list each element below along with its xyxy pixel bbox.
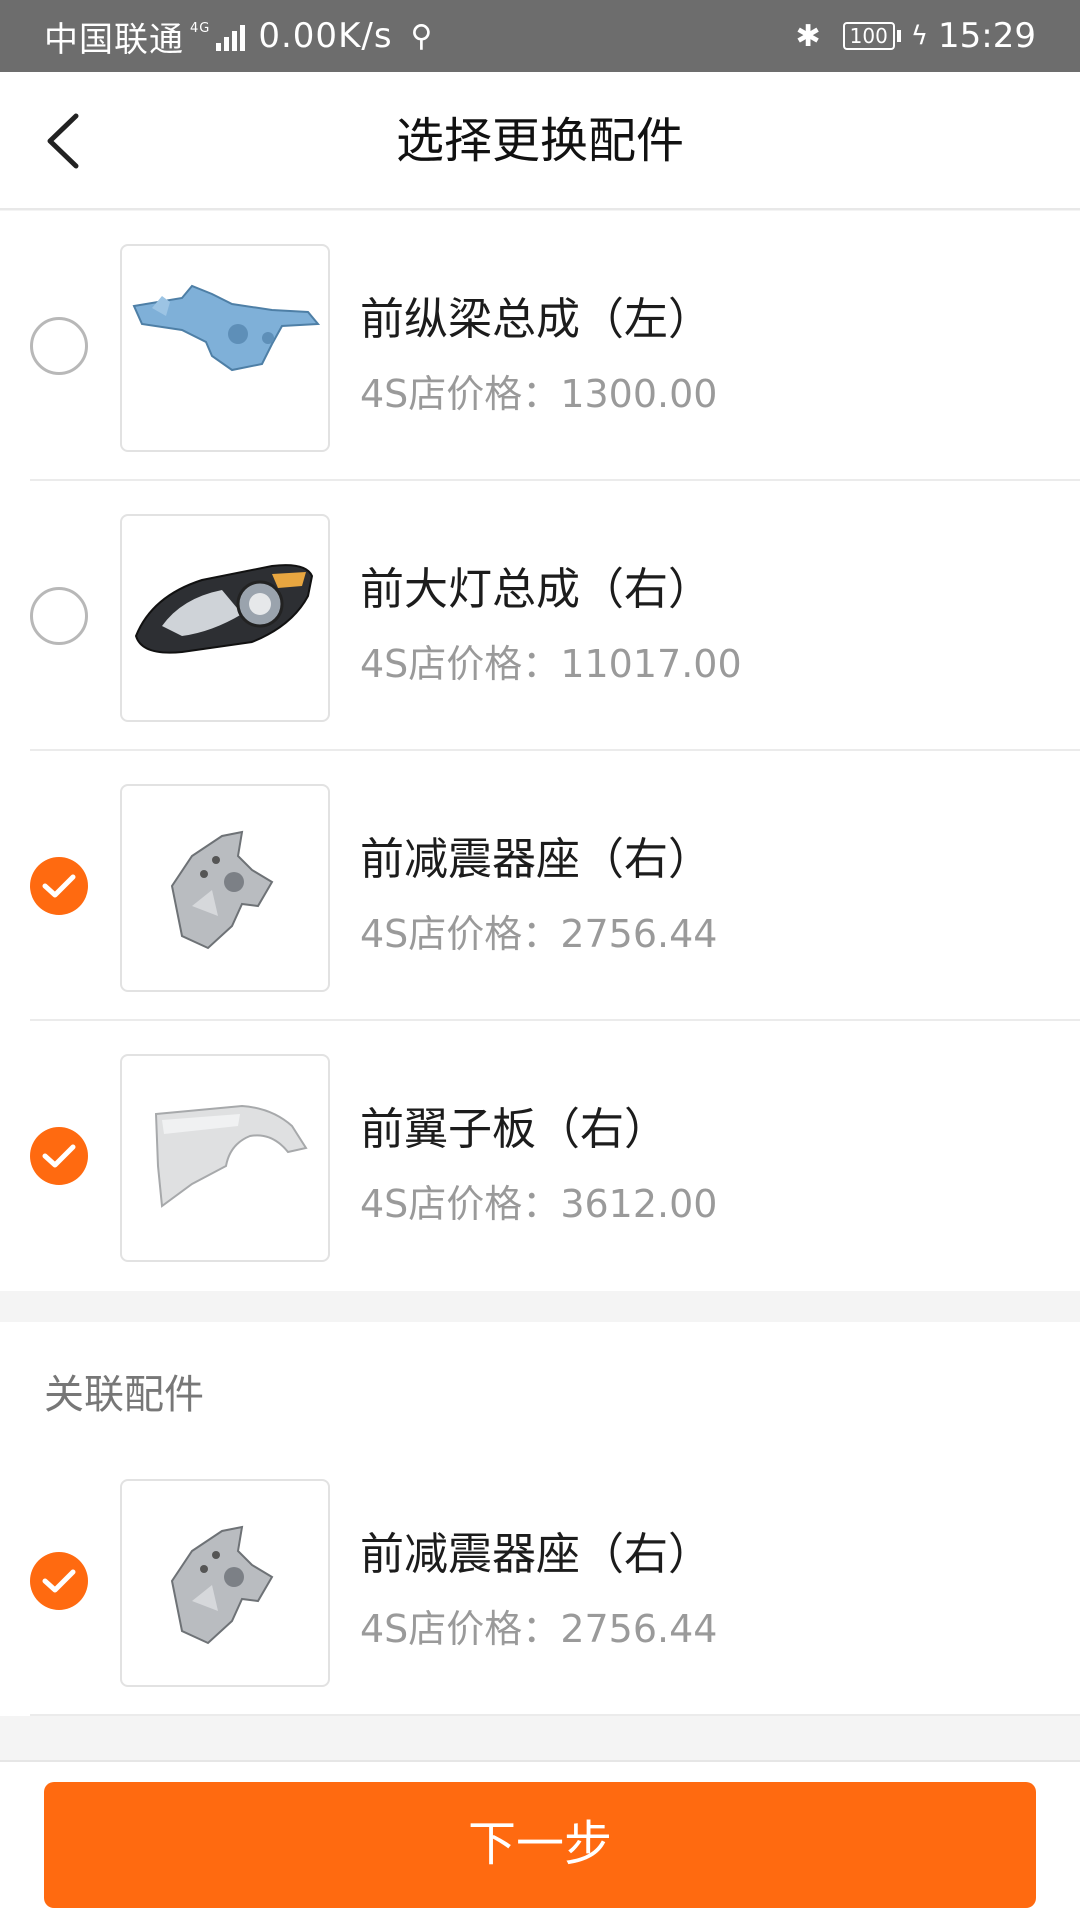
headlight-image	[134, 564, 314, 654]
part-name: 前纵梁总成（左）	[360, 294, 712, 345]
price-label: 4S店价格：	[360, 1182, 561, 1226]
shock-mount-image	[170, 830, 274, 950]
part-price: 4S店价格：11017.00	[360, 633, 742, 688]
part-price: 4S店价格：2756.44	[360, 1598, 717, 1653]
radio-unchecked[interactable]	[30, 587, 88, 645]
network-speed: 0.00K/s	[258, 16, 393, 56]
fender-image	[154, 1104, 308, 1208]
part-name: 前减震器座（右）	[360, 834, 712, 885]
bottom-bar: 下一步	[0, 1760, 1080, 1920]
part-name: 前大灯总成（右）	[360, 564, 712, 615]
shock-mount-image	[170, 1525, 274, 1645]
check-icon	[42, 874, 76, 898]
part-price: 4S店价格：3612.00	[360, 1173, 717, 1228]
part-thumbnail	[120, 1054, 330, 1262]
page-title: 选择更换配件	[395, 113, 684, 169]
related-section-header: 关联配件	[0, 1322, 1080, 1448]
price-value: 2756.44	[560, 1607, 718, 1651]
section-title: 关联配件	[44, 1372, 204, 1418]
list-item[interactable]: 前减震器座（右） 4S店价格：2756.44	[0, 751, 1080, 1021]
page: 中国联通 4G 0.00K/s ⚲ ✱ 100 ϟ 15:29 选择更换配件 前…	[0, 0, 1080, 1920]
divider	[30, 1714, 1080, 1716]
bluetooth-icon: ✱	[795, 18, 821, 54]
check-icon	[42, 1144, 76, 1168]
carrier-label: 中国联通	[44, 19, 184, 60]
part-thumbnail	[120, 1479, 330, 1687]
part-thumbnail	[120, 244, 330, 452]
related-parts-list: 前减震器座（右） 4S店价格：2756.44	[0, 1446, 1080, 1716]
price-label: 4S店价格：	[360, 642, 561, 686]
part-name: 前减震器座（右）	[360, 1529, 712, 1580]
price-label: 4S店价格：	[360, 912, 561, 956]
part-thumbnail	[120, 784, 330, 992]
next-step-button[interactable]: 下一步	[44, 1782, 1036, 1908]
price-value: 2756.44	[560, 912, 718, 956]
list-item[interactable]: 前翼子板（右） 4S店价格：3612.00	[0, 1021, 1080, 1291]
price-value: 3612.00	[560, 1182, 718, 1226]
price-value: 1300.00	[560, 372, 718, 416]
part-price: 4S店价格：1300.00	[360, 363, 717, 418]
status-bar: 中国联通 4G 0.00K/s ⚲ ✱ 100 ϟ 15:29	[0, 0, 1080, 72]
clock: 15:29	[938, 16, 1036, 56]
list-item[interactable]: 前纵梁总成（左） 4S店价格：1300.00	[0, 211, 1080, 481]
radio-checked[interactable]	[30, 1127, 88, 1185]
battery-icon: 100	[842, 22, 901, 50]
battery-level: 100	[842, 22, 895, 50]
list-item[interactable]: 前大灯总成（右） 4S店价格：11017.00	[0, 481, 1080, 751]
front-rail-image	[132, 284, 321, 372]
list-item[interactable]: 前减震器座（右） 4S店价格：2756.44	[0, 1446, 1080, 1716]
check-icon	[42, 1569, 76, 1593]
parts-list: 前纵梁总成（左） 4S店价格：1300.00 前大灯总成（右） 4S店价格：11…	[0, 211, 1080, 1291]
network-type: 4G	[190, 20, 211, 36]
usb-icon: ⚲	[410, 18, 434, 54]
radio-checked[interactable]	[30, 857, 88, 915]
radio-unchecked[interactable]	[30, 317, 88, 375]
price-label: 4S店价格：	[360, 372, 561, 416]
price-value: 11017.00	[560, 642, 742, 686]
price-label: 4S店价格：	[360, 1607, 561, 1651]
signal-icon	[216, 21, 248, 51]
part-name: 前翼子板（右）	[360, 1104, 668, 1155]
part-price: 4S店价格：2756.44	[360, 903, 717, 958]
nav-bar: 选择更换配件	[0, 72, 1080, 210]
charging-icon: ϟ	[910, 21, 929, 51]
part-thumbnail	[120, 514, 330, 722]
radio-checked[interactable]	[30, 1552, 88, 1610]
